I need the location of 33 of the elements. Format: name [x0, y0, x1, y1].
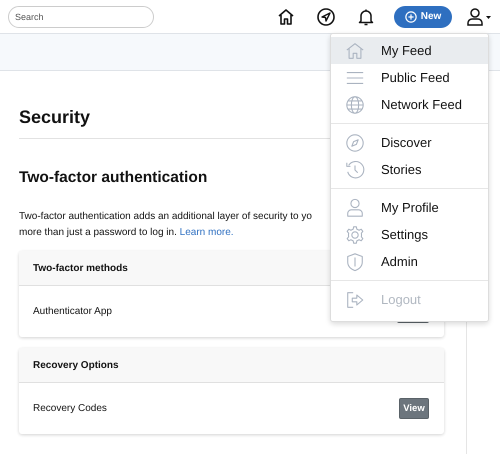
home-icon [345, 40, 365, 60]
menu-item[interactable]: Network Feed [331, 91, 488, 118]
section-title: Two-factor authentication [19, 169, 208, 187]
menu-item[interactable]: My Profile [331, 194, 488, 221]
new-button[interactable]: New [394, 6, 452, 28]
bell-icon[interactable] [356, 6, 376, 26]
description-text: Two-factor authentication adds an additional layer of security to yo [19, 211, 312, 222]
user-icon [345, 198, 365, 218]
menu-item[interactable]: Admin [331, 248, 488, 275]
card-title: Two-factor methods [33, 262, 128, 274]
globe-icon [345, 94, 365, 114]
menu-item[interactable]: Public Feed [331, 64, 488, 91]
menu-item[interactable]: Discover [331, 129, 488, 156]
menu-item[interactable]: Stories [331, 156, 488, 183]
view-button[interactable]: View [399, 398, 429, 419]
menu-item[interactable]: Settings [331, 221, 488, 248]
card-title: Recovery Options [33, 360, 119, 370]
row-label: Authenticator App [33, 306, 112, 317]
search-field[interactable]: Search [8, 6, 154, 28]
home-icon[interactable] [276, 6, 296, 26]
gear-icon [345, 224, 365, 244]
row-label: Recovery Codes [33, 403, 107, 414]
compass-icon [345, 132, 365, 152]
navigation-icon[interactable] [316, 6, 336, 26]
learn-more-link[interactable]: Learn more. [180, 227, 234, 238]
plus-circle-icon [404, 10, 417, 22]
page-title: Security [19, 107, 90, 128]
menu-item[interactable]: My Feed [331, 37, 488, 64]
logout-icon [345, 290, 365, 310]
user-menu-button[interactable] [466, 6, 492, 26]
description-text: more than just a password to log in. [19, 227, 177, 238]
history-icon [345, 160, 365, 180]
shield-icon [345, 252, 365, 272]
